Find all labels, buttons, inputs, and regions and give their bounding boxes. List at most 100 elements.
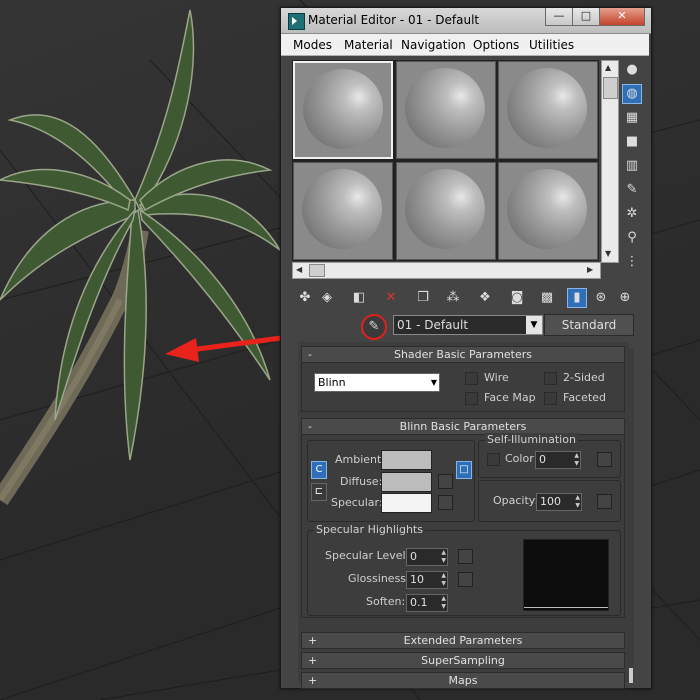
pick-material-from-object-icon[interactable]: ✎ xyxy=(361,314,387,340)
specular-map-button[interactable] xyxy=(438,495,453,510)
uv-tiling-icon[interactable]: ■ xyxy=(622,132,642,152)
options-icon[interactable]: ✲ xyxy=(622,204,642,224)
window-title: Material Editor - 01 - Default xyxy=(308,13,480,27)
slots-vertical-scrollbar[interactable]: ▲ ▼ xyxy=(601,60,619,263)
material-name-field[interactable]: 01 - Default ▼ xyxy=(393,315,543,335)
panel-scrollbar[interactable] xyxy=(628,348,634,683)
close-button[interactable]: ✕ xyxy=(599,8,645,26)
put-to-scene-icon[interactable]: ◈ xyxy=(317,288,337,308)
go-to-parent-icon[interactable]: ⊛ xyxy=(591,288,611,308)
soften-label: Soften: xyxy=(366,595,406,608)
specular-level-spinner[interactable]: 0 ▲ ▼ xyxy=(406,548,448,566)
sample-slot[interactable] xyxy=(498,61,598,159)
menu-utilities[interactable]: Utilities xyxy=(529,38,574,52)
scroll-right-icon[interactable]: ▶ xyxy=(587,265,593,274)
glossiness-map-button[interactable] xyxy=(458,572,473,587)
self-illumination-color-checkbox[interactable] xyxy=(487,453,500,466)
title-bar[interactable]: Material Editor - 01 - Default — □ ✕ xyxy=(281,8,651,34)
scroll-thumb[interactable] xyxy=(629,668,633,683)
rollout-shader-basic-header[interactable]: - Shader Basic Parameters xyxy=(301,346,625,363)
face-map-checkbox[interactable] xyxy=(465,392,478,405)
show-end-result-icon[interactable]: ▮ xyxy=(567,288,587,308)
spinner-arrows-icon[interactable]: ▲ ▼ xyxy=(575,494,580,510)
sample-type-icon[interactable]: ● xyxy=(622,60,642,80)
sample-slot[interactable] xyxy=(396,61,496,159)
rollout-maps-header[interactable]: + Maps xyxy=(301,672,625,689)
rollout-title: Shader Basic Parameters xyxy=(393,348,533,361)
menu-material[interactable]: Material xyxy=(344,38,393,52)
rollout-title: Extended Parameters xyxy=(403,634,523,647)
rollout-supersampling-header[interactable]: + SuperSampling xyxy=(301,652,625,669)
glossiness-spinner[interactable]: 10 ▲ ▼ xyxy=(406,571,448,589)
self-illumination-spinner[interactable]: 0 ▲ ▼ xyxy=(535,451,581,469)
get-material-icon[interactable]: ✤ xyxy=(295,288,315,308)
material-map-navigator-icon[interactable]: ⋮ xyxy=(622,252,642,272)
two-sided-checkbox[interactable] xyxy=(544,372,557,385)
opacity-value: 100 xyxy=(540,495,561,508)
spinner-arrows-icon[interactable]: ▲ ▼ xyxy=(574,452,579,468)
put-to-library-icon[interactable]: ❖ xyxy=(475,288,495,308)
opacity-spinner[interactable]: 100 ▲ ▼ xyxy=(536,493,582,511)
scroll-thumb[interactable] xyxy=(603,77,618,99)
scroll-thumb[interactable] xyxy=(309,264,325,277)
diffuse-color-swatch[interactable] xyxy=(381,472,432,492)
slots-horizontal-scrollbar[interactable]: ◀ ▶ xyxy=(292,262,601,279)
maximize-button[interactable]: □ xyxy=(572,8,600,26)
faceted-label: Faceted xyxy=(563,391,606,404)
faceted-checkbox[interactable] xyxy=(544,392,557,405)
go-forward-to-sibling-icon[interactable]: ⊕ xyxy=(615,288,635,308)
soften-spinner[interactable]: 0.1 ▲ ▼ xyxy=(406,594,448,612)
menu-options[interactable]: Options xyxy=(473,38,519,52)
spinner-arrows-icon[interactable]: ▲ ▼ xyxy=(441,595,446,611)
lock-map-button[interactable]: □ xyxy=(456,461,472,479)
menu-modes[interactable]: Modes xyxy=(293,38,332,52)
menu-navigation[interactable]: Navigation xyxy=(401,38,466,52)
assign-to-selection-icon[interactable]: ◧ xyxy=(349,288,369,308)
ambient-color-swatch[interactable] xyxy=(381,450,432,470)
diffuse-map-button[interactable] xyxy=(438,474,453,489)
specular-level-label: Specular Level: xyxy=(325,549,410,562)
rollout-extended-parameters-header[interactable]: + Extended Parameters xyxy=(301,632,625,649)
scroll-down-icon[interactable]: ▼ xyxy=(605,249,611,258)
chevron-down-icon[interactable]: ▼ xyxy=(526,316,542,334)
sample-sphere xyxy=(405,68,485,148)
material-id-channel-icon[interactable]: ◙ xyxy=(507,288,527,308)
reset-map-icon[interactable]: ✕ xyxy=(381,288,401,308)
wire-checkbox[interactable] xyxy=(465,372,478,385)
sample-slot[interactable] xyxy=(293,162,393,260)
lock-diffuse-specular-button[interactable]: ⊏ xyxy=(311,483,327,501)
specular-level-value: 0 xyxy=(410,550,417,563)
chevron-down-icon: ▼ xyxy=(430,378,437,387)
self-illumination-map-button[interactable] xyxy=(597,452,612,467)
spinner-arrows-icon[interactable]: ▲ ▼ xyxy=(441,549,446,565)
video-color-check-icon[interactable]: ▥ xyxy=(622,156,642,176)
make-copy-icon[interactable]: ❐ xyxy=(413,288,433,308)
minimize-button[interactable]: — xyxy=(545,8,573,26)
sample-slot[interactable] xyxy=(293,61,393,159)
two-sided-label: 2-Sided xyxy=(563,371,605,384)
sample-slot[interactable] xyxy=(396,162,496,260)
make-preview-icon[interactable]: ✎ xyxy=(622,180,642,200)
scroll-up-icon[interactable]: ▲ xyxy=(605,63,611,72)
lock-ambient-diffuse-button[interactable]: C xyxy=(311,461,327,479)
self-illumination-value: 0 xyxy=(539,453,546,466)
rollout-collapse-sign: - xyxy=(308,420,312,433)
scroll-left-icon[interactable]: ◀ xyxy=(296,265,302,274)
sample-sphere xyxy=(405,169,485,249)
background-checker-icon[interactable]: ▦ xyxy=(622,108,642,128)
sample-sphere xyxy=(303,69,383,149)
material-type-button[interactable]: Standard xyxy=(544,314,634,336)
select-by-material-icon[interactable]: ⚲ xyxy=(622,228,642,248)
backlight-icon[interactable]: ◍ xyxy=(622,84,642,104)
sample-slot[interactable] xyxy=(498,162,598,260)
sample-sphere xyxy=(302,169,382,249)
spinner-arrows-icon[interactable]: ▲ ▼ xyxy=(441,572,446,588)
shader-type-select[interactable]: Blinn ▼ xyxy=(314,373,440,392)
show-shaded-in-viewport-icon[interactable]: ▩ xyxy=(537,288,557,308)
opacity-map-button[interactable] xyxy=(597,494,612,509)
make-unique-icon[interactable]: ⁂ xyxy=(443,288,463,308)
specular-level-map-button[interactable] xyxy=(458,549,473,564)
rollout-expand-sign: + xyxy=(308,654,318,667)
specular-color-swatch[interactable] xyxy=(381,493,432,513)
material-name: 01 - Default xyxy=(397,318,469,332)
